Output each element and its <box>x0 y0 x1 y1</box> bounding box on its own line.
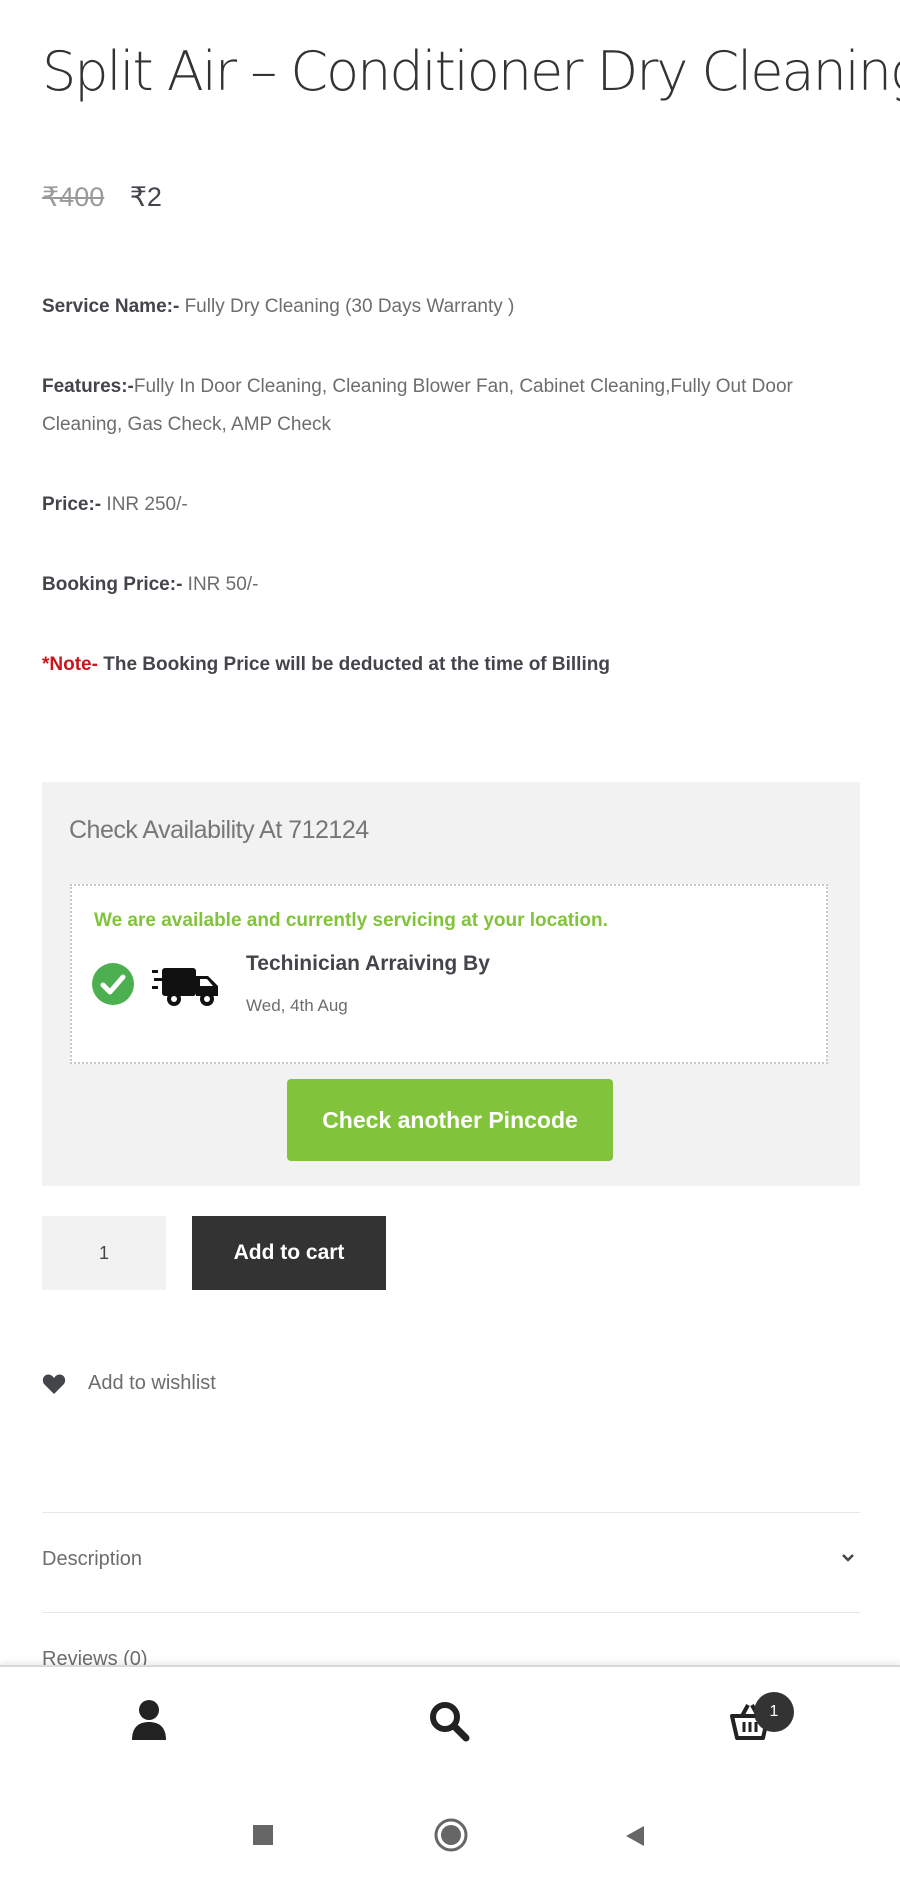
note-line: *Note- The Booking Price will be deducte… <box>42 646 862 684</box>
tab-description[interactable]: Description <box>42 1548 142 1571</box>
price-value: INR 250/- <box>101 494 188 515</box>
search-icon[interactable] <box>428 1700 470 1742</box>
availability-panel: Check Availability At 712124 We are avai… <box>42 782 860 1186</box>
sale-price: ₹2 <box>129 182 162 212</box>
price-line: Price:- INR 250/- <box>42 486 862 524</box>
account-icon[interactable] <box>130 1698 168 1742</box>
divider <box>42 1612 860 1613</box>
price-block: ₹400 ₹2 <box>42 182 162 213</box>
technician-arrival-date: Wed, 4th Aug <box>246 996 348 1015</box>
features-value: Fully In Door Cleaning, Cleaning Blower … <box>42 376 793 435</box>
product-title: Split Air – Conditioner Dry Cleaning <box>42 40 900 103</box>
product-short-description: Service Name:- Fully Dry Cleaning (30 Da… <box>42 288 862 726</box>
features-line: Features:-Fully In Door Cleaning, Cleani… <box>42 368 862 444</box>
note-text: The Booking Price will be deducted at th… <box>97 654 610 675</box>
add-to-wishlist-link[interactable]: Add to wishlist <box>42 1372 216 1395</box>
system-navigation-bar <box>0 1790 900 1881</box>
note-label: *Note- <box>42 654 98 675</box>
availability-message: We are available and currently servicing… <box>94 910 608 931</box>
booking-price-line: Booking Price:- INR 50/- <box>42 566 862 604</box>
divider <box>42 1512 860 1513</box>
heart-icon <box>42 1373 66 1395</box>
features-label: Features:- <box>42 376 134 397</box>
add-to-cart-button[interactable]: Add to cart <box>192 1216 386 1290</box>
booking-price-value: INR 50/- <box>182 574 259 595</box>
quantity-input[interactable]: 1 <box>42 1216 166 1290</box>
booking-price-label: Booking Price:- <box>42 574 183 595</box>
price-label: Price:- <box>42 494 102 515</box>
technician-arrival-title: Techinician Arraiving By <box>246 952 490 975</box>
original-price: ₹400 <box>42 182 105 212</box>
cart-count-badge: 1 <box>754 1692 794 1732</box>
product-page: Split Air – Conditioner Dry Cleaning ₹40… <box>0 0 900 1665</box>
availability-title: Check Availability At 712124 <box>69 816 369 844</box>
availability-result: We are available and currently servicing… <box>70 884 828 1064</box>
service-name-line: Service Name:- Fully Dry Cleaning (30 Da… <box>42 288 862 326</box>
chevron-down-icon[interactable] <box>840 1552 856 1564</box>
tab-reviews[interactable]: Reviews (0) <box>42 1648 148 1665</box>
service-name-label: Service Name:- <box>42 296 180 317</box>
delivery-truck-icon <box>152 964 220 1008</box>
recents-icon[interactable] <box>252 1824 274 1846</box>
service-name-value: Fully Dry Cleaning (30 Days Warranty ) <box>179 296 515 317</box>
wishlist-label: Add to wishlist <box>88 1372 216 1394</box>
check-another-pincode-button[interactable]: Check another Pincode <box>287 1079 613 1161</box>
home-icon[interactable] <box>434 1818 468 1852</box>
check-circle-icon <box>92 963 134 1005</box>
back-icon[interactable] <box>624 1824 646 1848</box>
